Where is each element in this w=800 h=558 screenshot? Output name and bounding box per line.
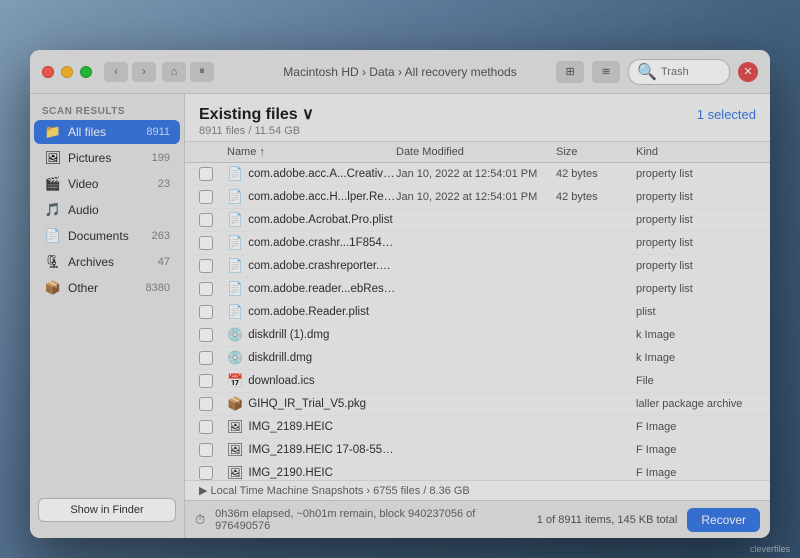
dim-overlay [0,0,800,558]
